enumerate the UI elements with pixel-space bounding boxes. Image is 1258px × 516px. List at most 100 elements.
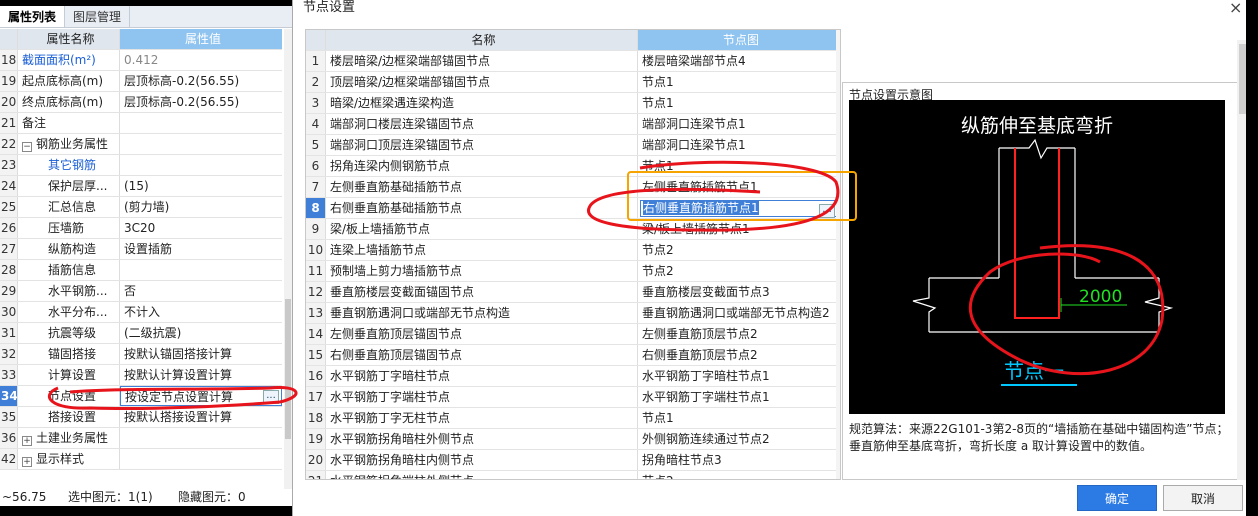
property-row[interactable]: 20 终点底标高(m) 层顶标高-0.2(56.55) bbox=[0, 92, 282, 113]
node-value[interactable]: 右侧垂直筋顶层节点2 bbox=[638, 345, 840, 365]
node-value[interactable]: 节点2 bbox=[638, 261, 840, 281]
node-value[interactable]: 节点1 bbox=[638, 93, 840, 113]
ellipsis-button[interactable]: ... bbox=[263, 390, 279, 404]
property-row[interactable]: 27 纵筋构造 设置插筋 bbox=[0, 239, 282, 260]
node-row[interactable]: 19 水平钢筋拐角暗柱外侧节点 外侧钢筋连续通过节点2 bbox=[306, 429, 840, 450]
node-value[interactable]: 端部洞口连梁节点1 bbox=[638, 135, 840, 155]
property-value[interactable] bbox=[120, 449, 282, 469]
property-value[interactable]: 按默认搭接设置计算 bbox=[120, 407, 282, 427]
node-row[interactable]: 9 梁/板上墙插筋节点 梁/板上墙插筋节点1 bbox=[306, 219, 840, 240]
property-row[interactable]: 42 + 显示样式 bbox=[0, 449, 282, 470]
node-value[interactable]: 楼层暗梁端部节点4 bbox=[638, 51, 840, 71]
dialog-scrollbar-thumb[interactable] bbox=[1239, 44, 1246, 114]
property-value[interactable] bbox=[120, 113, 282, 133]
property-row[interactable]: 22− 钢筋业务属性 bbox=[0, 134, 282, 155]
node-diagram-svg: 纵筋伸至基底弯折 2000 节点一 bbox=[912, 115, 1174, 386]
node-row[interactable]: 3 暗梁/边框梁遇连梁构造 节点1 bbox=[306, 93, 840, 114]
property-value[interactable]: (15) bbox=[120, 176, 282, 196]
node-row[interactable]: 20 水平钢筋拐角暗柱内侧节点 拐角暗柱节点3 bbox=[306, 450, 840, 471]
tab-property-list[interactable]: 属性列表 bbox=[0, 6, 66, 27]
property-value[interactable]: 层顶标高-0.2(56.55) bbox=[120, 71, 282, 91]
node-row[interactable]: 13 垂直钢筋遇洞口或端部无节点构造 垂直钢筋遇洞口或端部无节点构造2 bbox=[306, 303, 840, 324]
property-row[interactable]: 29 水平钢筋... 否 bbox=[0, 281, 282, 302]
node-row[interactable]: 18 水平钢筋丁字无柱节点 节点1 bbox=[306, 408, 840, 429]
property-row[interactable]: 24 保护层厚... (15) bbox=[0, 176, 282, 197]
property-value[interactable]: (剪力墙) bbox=[120, 197, 282, 217]
property-row[interactable]: 26 压墙筋 3C20 bbox=[0, 218, 282, 239]
node-row[interactable]: 15 右侧垂直筋顶层锚固节点 右侧垂直筋顶层节点2 bbox=[306, 345, 840, 366]
property-value[interactable] bbox=[120, 428, 282, 448]
property-row[interactable]: 33 计算设置 按默认计算设置计算 bbox=[0, 365, 282, 386]
node-value[interactable]: 左侧垂直筋插筋节点1 bbox=[638, 177, 840, 197]
ok-button[interactable]: 确定 bbox=[1077, 485, 1157, 511]
property-row[interactable]: 35 搭接设置 按默认搭接设置计算 bbox=[0, 407, 282, 428]
node-row[interactable]: 21水平钢筋拐角端柱外侧节点节点2 bbox=[306, 471, 840, 479]
property-row[interactable]: 34 节点设置 按设定节点设置计算... bbox=[0, 386, 282, 407]
property-value[interactable]: 层顶标高-0.2(56.55) bbox=[120, 92, 282, 112]
node-row[interactable]: 17 水平钢筋丁字端柱节点 水平钢筋丁字端柱节点1 bbox=[306, 387, 840, 408]
node-value[interactable]: 节点1 bbox=[638, 156, 840, 176]
row-number: 36 bbox=[0, 428, 18, 448]
node-value[interactable]: 左侧垂直筋顶层节点2 bbox=[638, 324, 840, 344]
property-row[interactable]: 36 + 土建业务属性 bbox=[0, 428, 282, 449]
property-value[interactable]: (二级抗震) bbox=[120, 323, 282, 343]
panel-scrollbar-thumb[interactable] bbox=[285, 299, 291, 439]
collapse-icon[interactable]: − bbox=[22, 142, 32, 152]
property-row[interactable]: 19 起点底标高(m) 层顶标高-0.2(56.55) bbox=[0, 71, 282, 92]
node-value[interactable]: 端部洞口连梁节点1 bbox=[638, 114, 840, 134]
node-table-scrollbar[interactable] bbox=[836, 30, 840, 479]
ellipsis-button[interactable]: ... bbox=[819, 204, 835, 218]
panel-scrollbar[interactable] bbox=[284, 29, 292, 489]
node-value[interactable]: 垂直钢筋遇洞口或端部无节点构造2 bbox=[638, 303, 840, 323]
node-value[interactable]: 拐角暗柱节点3 bbox=[638, 450, 840, 470]
node-row[interactable]: 8 右侧垂直筋基础插筋节点 右侧垂直筋插筋节点1... bbox=[306, 198, 840, 219]
node-value[interactable]: 外侧钢筋连续通过节点2 bbox=[638, 429, 840, 449]
property-row[interactable]: 18 截面面积(m²) 0.412 bbox=[0, 50, 282, 71]
node-row[interactable]: 11 预制墙上剪力墙插筋节点 节点2 bbox=[306, 261, 840, 282]
node-value[interactable]: 节点1 bbox=[638, 72, 840, 92]
node-value[interactable]: 水平钢筋丁字端柱节点1 bbox=[638, 387, 840, 407]
node-row[interactable]: 2 顶层暗梁/边框梁端部锚固节点 节点1 bbox=[306, 72, 840, 93]
node-value[interactable]: 梁/板上墙插筋节点1 bbox=[638, 219, 840, 239]
node-value[interactable]: 节点2 bbox=[638, 471, 840, 479]
property-value[interactable]: 按默认计算设置计算 bbox=[120, 365, 282, 385]
node-value[interactable]: 节点2 bbox=[638, 240, 840, 260]
node-value[interactable]: 节点1 bbox=[638, 408, 840, 428]
expand-icon[interactable]: + bbox=[22, 457, 32, 467]
cancel-button[interactable]: 取消 bbox=[1163, 485, 1243, 511]
close-icon[interactable]: × bbox=[1229, 0, 1242, 17]
node-value[interactable]: 水平钢筋丁字暗柱节点1 bbox=[638, 366, 840, 386]
node-value[interactable]: 右侧垂直筋插筋节点1... bbox=[638, 198, 840, 218]
node-row[interactable]: 16 水平钢筋丁字暗柱节点 水平钢筋丁字暗柱节点1 bbox=[306, 366, 840, 387]
property-name: 纵筋构造 bbox=[48, 242, 97, 256]
property-value[interactable] bbox=[120, 155, 282, 175]
node-row[interactable]: 1 楼层暗梁/边框梁端部锚固节点 楼层暗梁端部节点4 bbox=[306, 51, 840, 72]
node-row[interactable]: 7 左侧垂直筋基础插筋节点 左侧垂直筋插筋节点1 bbox=[306, 177, 840, 198]
property-value[interactable]: 按设定节点设置计算... bbox=[120, 386, 282, 406]
property-value[interactable]: 0.412 bbox=[120, 50, 282, 70]
tab-layer-management[interactable]: 图层管理 bbox=[65, 6, 131, 27]
node-row[interactable]: 5 端部洞口顶层连梁锚固节点 端部洞口连梁节点1 bbox=[306, 135, 840, 156]
property-row[interactable]: 28 插筋信息 bbox=[0, 260, 282, 281]
property-value[interactable]: 设置插筋 bbox=[120, 239, 282, 259]
node-value-editor[interactable]: 右侧垂直筋插筋节点1... bbox=[640, 200, 838, 218]
property-row[interactable]: 32 锚固搭接 按默认锚固搭接计算 bbox=[0, 344, 282, 365]
property-value[interactable]: 不计入 bbox=[120, 302, 282, 322]
node-row[interactable]: 6 拐角连梁内侧钢筋节点 节点1 bbox=[306, 156, 840, 177]
property-row[interactable]: 21 备注 bbox=[0, 113, 282, 134]
property-value[interactable]: 按默认锚固搭接计算 bbox=[120, 344, 282, 364]
property-value[interactable]: 否 bbox=[120, 281, 282, 301]
expand-icon[interactable]: + bbox=[22, 436, 32, 446]
node-value[interactable]: 垂直筋楼层变截面节点3 bbox=[638, 282, 840, 302]
property-row[interactable]: 23 其它钢筋 bbox=[0, 155, 282, 176]
property-value[interactable] bbox=[120, 134, 282, 154]
property-row[interactable]: 30 水平分布... 不计入 bbox=[0, 302, 282, 323]
node-row[interactable]: 10 连梁上墙插筋节点 节点2 bbox=[306, 240, 840, 261]
node-row[interactable]: 12 垂直筋楼层变截面锚固节点 垂直筋楼层变截面节点3 bbox=[306, 282, 840, 303]
node-row[interactable]: 4 端部洞口楼层连梁锚固节点 端部洞口连梁节点1 bbox=[306, 114, 840, 135]
property-row[interactable]: 31 抗震等级 (二级抗震) bbox=[0, 323, 282, 344]
property-value[interactable] bbox=[120, 260, 282, 280]
node-row[interactable]: 14 左侧垂直筋顶层锚固节点 左侧垂直筋顶层节点2 bbox=[306, 324, 840, 345]
property-row[interactable]: 25 汇总信息 (剪力墙) bbox=[0, 197, 282, 218]
property-value[interactable]: 3C20 bbox=[120, 218, 282, 238]
